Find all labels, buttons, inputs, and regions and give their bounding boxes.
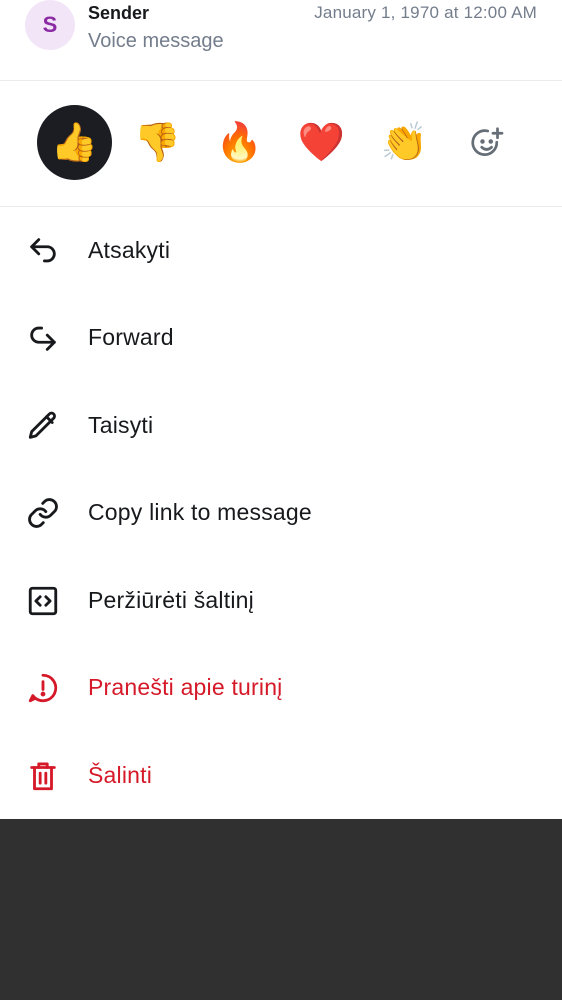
link-icon [26,496,60,530]
reaction-heart[interactable]: ❤️ [284,105,359,180]
report-label: Pranešti apie turinį [88,674,283,700]
copy-link-menu-item[interactable]: Copy link to message [0,469,562,556]
forward-menu-item[interactable]: Forward [0,294,562,381]
background-scrim [0,819,562,1000]
edit-label: Taisyti [88,412,154,438]
forward-label: Forward [88,324,174,350]
trash-icon [26,759,60,793]
avatar: S [25,0,75,50]
reaction-fire[interactable]: 🔥 [202,105,277,180]
quick-reactions-bar: 👍 👎 🔥 ❤️ 👏 [0,81,562,207]
reaction-clap[interactable]: 👏 [367,105,442,180]
message-summary-header: S Sender January 1, 1970 at 12:00 AM Voi… [0,0,562,81]
delete-menu-item[interactable]: Šalinti [0,732,562,819]
reaction-thumbs-down[interactable]: 👎 [120,105,195,180]
report-icon [26,671,60,705]
edit-menu-item[interactable]: Taisyti [0,382,562,469]
view-source-menu-item[interactable]: Peržiūrėti šaltinį [0,557,562,644]
reaction-thumbs-up[interactable]: 👍 [37,105,112,180]
message-timestamp: January 1, 1970 at 12:00 AM [314,3,537,22]
copy-link-label: Copy link to message [88,499,312,525]
view-source-label: Peržiūrėti šaltinį [88,587,254,613]
pencil-icon [26,409,60,443]
add-reaction-icon [469,125,505,161]
forward-icon [26,321,60,355]
sender-name: Sender [88,3,150,23]
reply-label: Atsakyti [88,237,171,263]
message-actions-sheet: S Sender January 1, 1970 at 12:00 AM Voi… [0,0,562,819]
reply-menu-item[interactable]: Atsakyti [0,207,562,294]
message-preview: Voice message [88,30,224,52]
add-reaction-button[interactable] [449,105,524,180]
code-icon [26,584,60,618]
reply-icon [26,234,60,268]
report-menu-item[interactable]: Pranešti apie turinį [0,644,562,731]
delete-label: Šalinti [88,762,153,788]
